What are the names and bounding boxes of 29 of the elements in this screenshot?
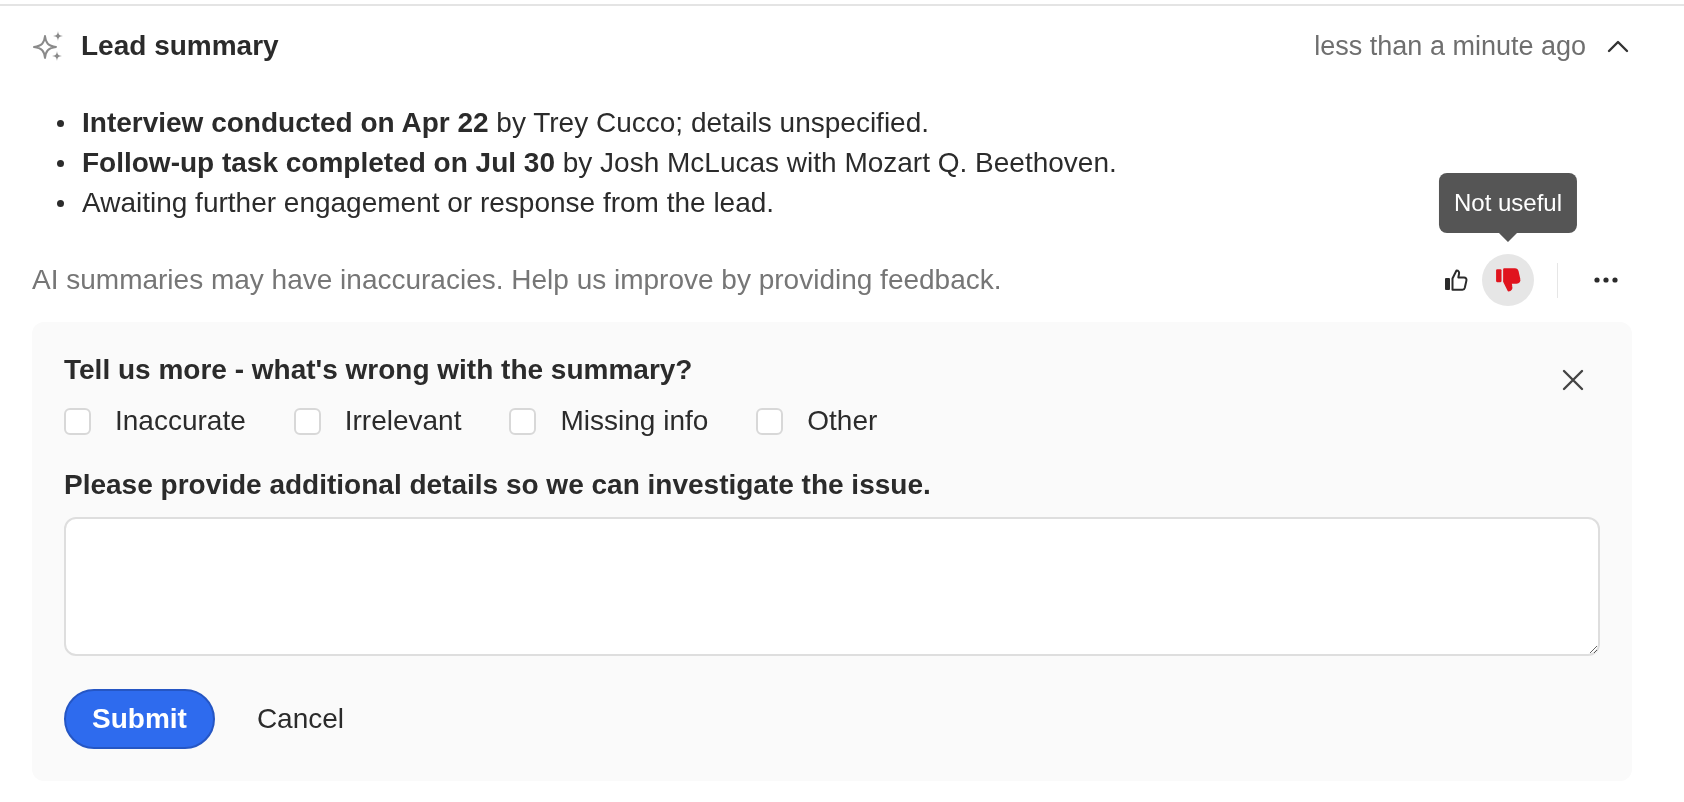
- chevron-up-icon[interactable]: [1607, 39, 1629, 53]
- details-field[interactable]: [64, 517, 1600, 656]
- checkbox-label[interactable]: Irrelevant: [344, 405, 462, 437]
- timestamp: less than a minute ago: [1314, 30, 1586, 62]
- summary-point: Interview conducted on Apr 22 by Trey Cucco; details unspecified.: [82, 106, 930, 140]
- close-icon[interactable]: [1562, 369, 1584, 391]
- checkbox[interactable]: [756, 407, 784, 435]
- bullet-icon: [57, 199, 64, 207]
- checkbox-label[interactable]: Other: [807, 405, 878, 437]
- thumbs-down-icon[interactable]: [1482, 254, 1534, 306]
- checkbox-label[interactable]: Missing info: [560, 405, 709, 437]
- checkbox[interactable]: [293, 407, 321, 435]
- feedback-question: Tell us more - what's wrong with the summary?: [64, 353, 693, 387]
- details-label: Please provide additional details so we can investigate the issue.: [64, 468, 932, 502]
- disclaimer-text: AI summaries may have inaccuracies. Help us improve by providing feedback.: [32, 264, 1002, 296]
- cancel-button[interactable]: Cancel: [256, 703, 345, 735]
- summary-point: Follow-up task completed on Jul 30 by Josh McLucas with Mozart Q. Beethoven.: [82, 146, 1117, 180]
- checkbox[interactable]: [64, 407, 91, 435]
- bullet-icon: [57, 159, 64, 167]
- checkbox-label[interactable]: Inaccurate: [115, 405, 246, 437]
- submit-button[interactable]: Submit: [64, 689, 215, 749]
- sparkle-icon: [32, 30, 64, 62]
- summary-point: Awaiting further engagement or response from the lead.: [82, 186, 775, 220]
- checkbox[interactable]: [509, 407, 537, 435]
- tooltip: Not useful: [1438, 173, 1578, 242]
- bullet-icon: [57, 119, 64, 127]
- ellipsis-icon[interactable]: [1594, 277, 1618, 283]
- thumbs-up-icon[interactable]: [1444, 268, 1468, 292]
- panel-title: Lead summary: [81, 30, 279, 62]
